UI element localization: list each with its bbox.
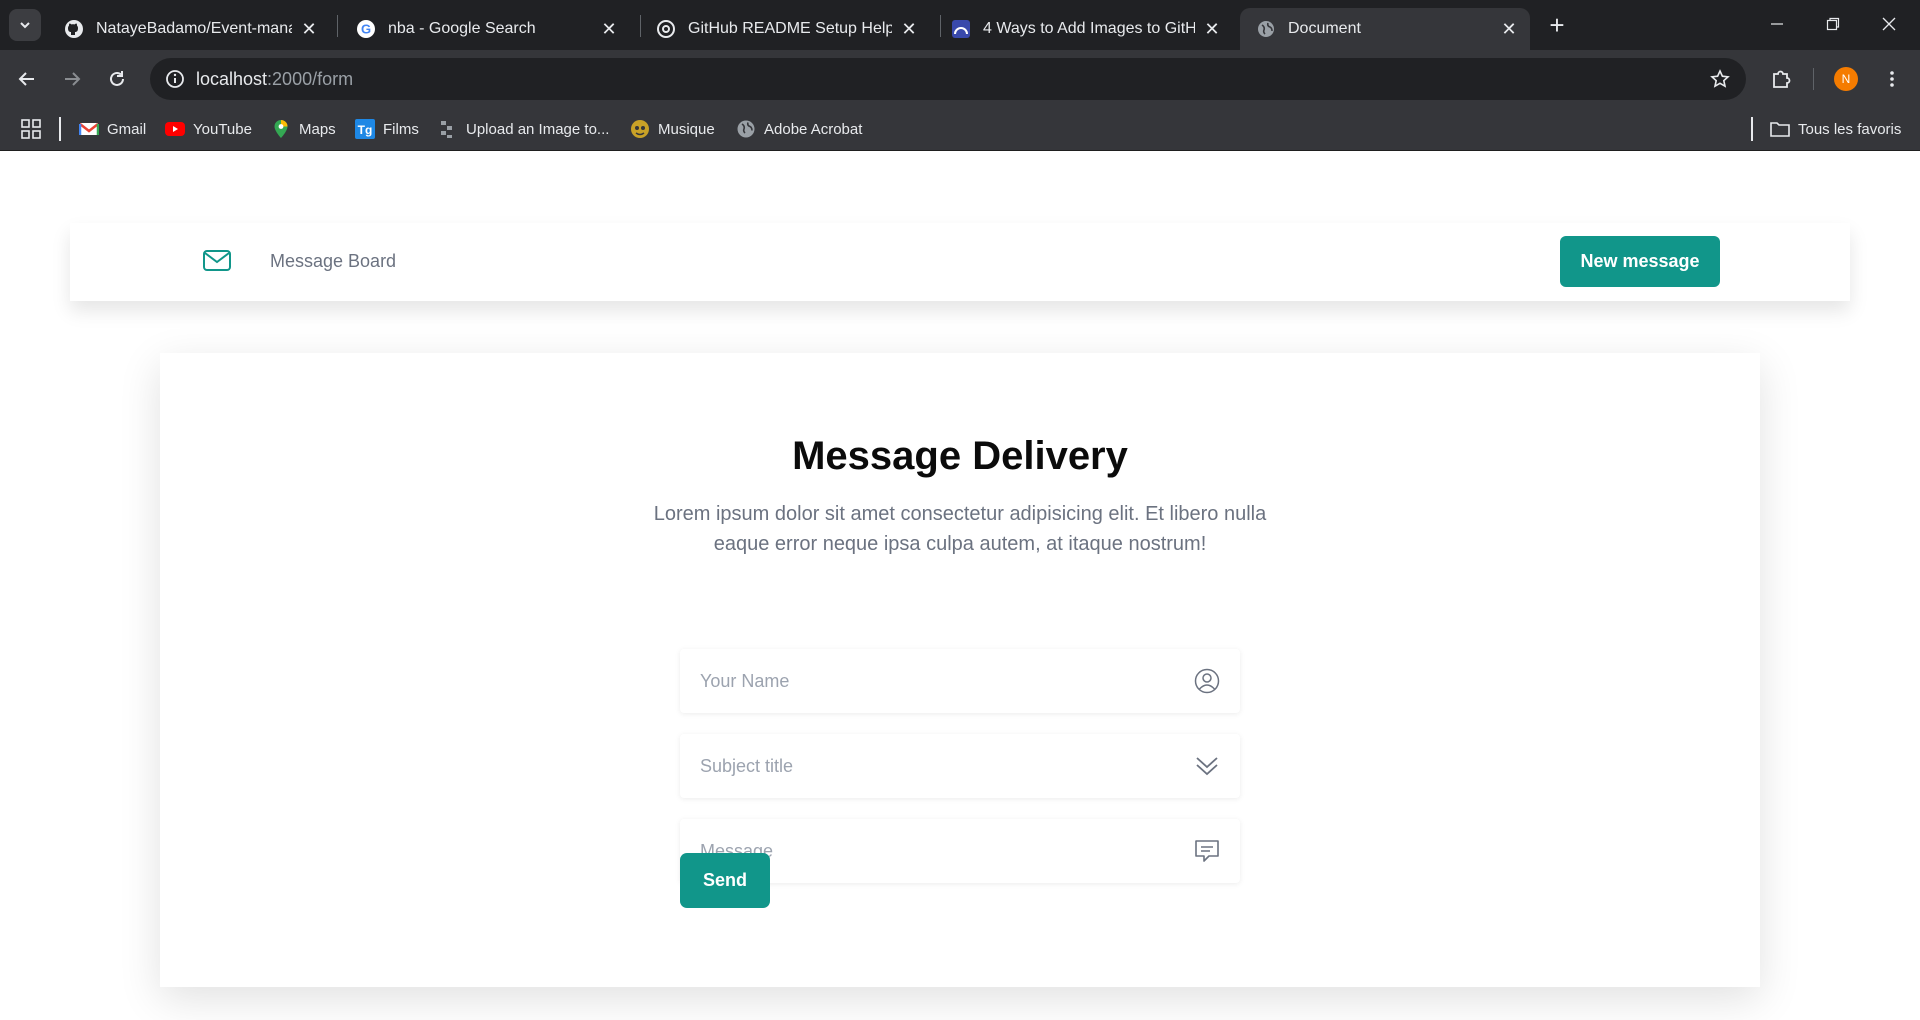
browser-menu-button[interactable] xyxy=(1876,63,1908,95)
bookmark-label: Gmail xyxy=(107,120,147,138)
name-input[interactable] xyxy=(680,649,1240,713)
profile-avatar[interactable]: N xyxy=(1834,67,1858,91)
apps-grid-icon[interactable] xyxy=(20,118,42,140)
bookmarks-bar: Gmail YouTube Maps Tg Films Upload an Im… xyxy=(0,107,1920,151)
all-bookmarks-folder[interactable]: Tous les favoris xyxy=(1770,115,1901,143)
close-icon[interactable]: ✕ xyxy=(298,18,320,40)
svg-text:Tg: Tg xyxy=(358,123,373,137)
subject-input[interactable] xyxy=(680,734,1240,798)
app-navbar: Message Board New message xyxy=(70,223,1850,301)
bookmark-label: Films xyxy=(383,120,419,138)
reload-icon xyxy=(110,71,124,86)
puzzle-icon xyxy=(1773,70,1791,88)
tab-add-images[interactable]: 4 Ways to Add Images to GitHu ✕ xyxy=(935,8,1233,50)
arrow-left-icon xyxy=(18,72,34,86)
bookmark-label: YouTube xyxy=(193,120,252,138)
bookmarks-divider xyxy=(1751,117,1753,141)
upload-icon xyxy=(438,119,458,139)
url-path: :2000/form xyxy=(267,68,354,89)
forward-button[interactable] xyxy=(56,63,88,95)
bookmark-label: Upload an Image to... xyxy=(466,120,610,138)
url-host: localhost xyxy=(196,68,268,89)
new-message-button[interactable]: New message xyxy=(1560,236,1720,287)
bookmark-label: Maps xyxy=(299,120,336,138)
bookmark-gmail[interactable]: Gmail xyxy=(79,115,146,143)
extensions-button[interactable] xyxy=(1765,63,1797,95)
page-viewport: Message Board New message Message Delive… xyxy=(0,151,1920,1020)
browser-tab-bar: NatayeBadamo/Event-manager ✕ G nba - Goo… xyxy=(0,0,1920,50)
url-text[interactable]: localhost:2000/form xyxy=(196,69,353,90)
bookmark-adobe-acrobat[interactable]: Adobe Acrobat xyxy=(736,115,862,143)
github-icon xyxy=(64,19,84,39)
close-icon[interactable]: ✕ xyxy=(1498,18,1520,40)
youtube-icon xyxy=(165,119,185,139)
music-icon xyxy=(630,119,650,139)
bookmark-upload-image[interactable]: Upload an Image to... xyxy=(438,115,609,143)
globe-icon xyxy=(736,119,756,139)
subject-field xyxy=(680,734,1240,798)
tab-github[interactable]: NatayeBadamo/Event-manager ✕ xyxy=(48,8,330,50)
send-button[interactable]: Send xyxy=(680,853,770,908)
arrow-right-icon xyxy=(65,72,81,86)
tab-google-search[interactable]: G nba - Google Search ✕ xyxy=(340,8,630,50)
minimize-icon xyxy=(1771,23,1783,25)
bookmark-label: Adobe Acrobat xyxy=(764,120,863,138)
reload-button[interactable] xyxy=(101,63,133,95)
form-description: Lorem ipsum dolor sit amet consectetur a… xyxy=(653,503,1267,555)
bookmark-label: Musique xyxy=(658,120,715,138)
brand-title[interactable]: Message Board xyxy=(270,251,396,272)
google-icon: G xyxy=(356,19,376,39)
user-circle-icon xyxy=(1194,668,1220,694)
toolbar-divider xyxy=(1813,68,1814,90)
close-icon[interactable]: ✕ xyxy=(598,18,620,40)
bookmark-label: Tous les favoris xyxy=(1798,120,1902,138)
close-icon xyxy=(1882,17,1896,31)
bookmark-films[interactable]: Tg Films xyxy=(355,115,419,143)
close-icon[interactable]: ✕ xyxy=(1201,18,1223,40)
bookmark-maps[interactable]: Maps xyxy=(271,115,336,143)
tab-title: NatayeBadamo/Event-manager xyxy=(96,20,292,37)
close-icon[interactable]: ✕ xyxy=(898,18,920,40)
chatgpt-icon xyxy=(656,19,676,39)
address-bar[interactable]: localhost:2000/form xyxy=(150,58,1746,100)
gmail-icon xyxy=(79,119,99,139)
double-chevron-down-icon xyxy=(1196,757,1218,776)
message-form-card: Message Delivery Lorem ipsum dolor sit a… xyxy=(160,353,1760,987)
new-tab-button[interactable]: + xyxy=(1542,10,1572,40)
bookmarks-divider xyxy=(59,117,61,141)
bookmark-youtube[interactable]: YouTube xyxy=(165,115,252,143)
globe-icon xyxy=(1256,19,1276,39)
tab-title: 4 Ways to Add Images to GitHu xyxy=(983,20,1195,37)
tab-document[interactable]: Document ✕ xyxy=(1240,8,1530,50)
browser-toolbar: localhost:2000/form xyxy=(0,50,1920,107)
name-field xyxy=(680,649,1240,713)
svg-text:G: G xyxy=(361,22,371,37)
tab-title: Document xyxy=(1288,20,1361,37)
mail-icon[interactable] xyxy=(202,248,232,274)
maps-icon xyxy=(271,119,291,139)
site-icon xyxy=(951,19,971,39)
tab-search-button[interactable] xyxy=(9,9,41,41)
bookmark-musique[interactable]: Musique xyxy=(630,115,715,143)
chat-bubble-icon xyxy=(1195,840,1219,862)
restore-icon xyxy=(1826,17,1840,31)
restore-button[interactable] xyxy=(1810,8,1856,40)
bookmark-star-icon[interactable] xyxy=(1708,67,1732,91)
folder-icon xyxy=(1770,119,1790,139)
tab-divider xyxy=(337,15,338,37)
tab-title: GitHub README Setup Help xyxy=(688,20,892,37)
more-vert-icon xyxy=(1890,71,1894,87)
form-title: Message Delivery xyxy=(792,434,1128,478)
tab-title: nba - Google Search xyxy=(388,20,536,37)
chevron-down-icon xyxy=(20,22,30,29)
info-icon[interactable] xyxy=(154,58,196,100)
tab-readme-help[interactable]: GitHub README Setup Help ✕ xyxy=(640,8,930,50)
films-icon: Tg xyxy=(355,119,375,139)
back-button[interactable] xyxy=(11,63,43,95)
minimize-button[interactable] xyxy=(1754,8,1800,40)
window-close-button[interactable] xyxy=(1866,8,1912,40)
